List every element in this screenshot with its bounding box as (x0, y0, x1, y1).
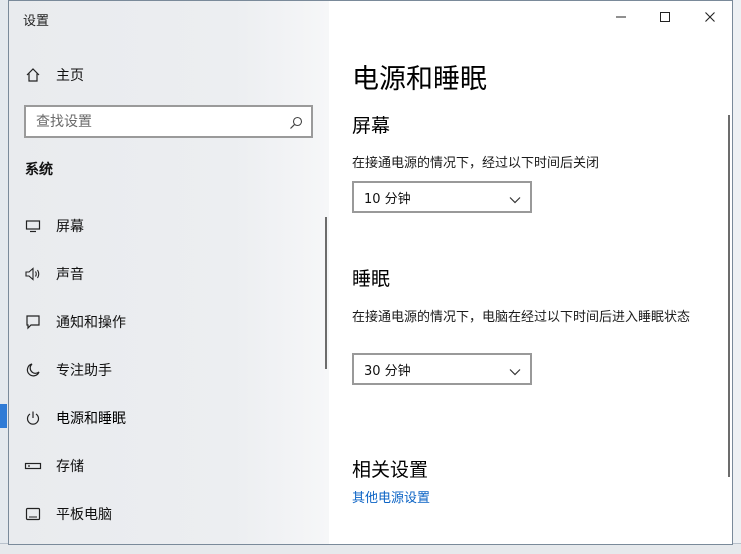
chevron-down-icon (508, 191, 522, 204)
settings-window: 设置 主页 系统 屏幕 声音 (8, 0, 733, 545)
close-button[interactable] (687, 1, 732, 33)
monitor-icon (23, 216, 43, 236)
home-nav[interactable]: 主页 (23, 63, 84, 87)
sidebar-item-storage[interactable]: 存储 (23, 451, 323, 481)
content-scrollbar[interactable] (728, 115, 730, 477)
section-title-system: 系统 (25, 162, 53, 178)
section-heading-screen: 屏幕 (352, 115, 391, 137)
screen-timeout-value: 10 分钟 (364, 191, 411, 207)
moon-icon (23, 360, 43, 380)
screen-description: 在接通电源的情况下，经过以下时间后关闭 (352, 156, 600, 171)
minimize-icon (615, 8, 627, 27)
message-icon (23, 312, 43, 332)
search-icon[interactable] (289, 115, 303, 129)
sidebar-item-tablet[interactable]: 平板电脑 (23, 499, 323, 529)
search-box[interactable] (24, 105, 313, 138)
sidebar-scrollbar[interactable] (325, 217, 327, 369)
maximize-button[interactable] (642, 1, 688, 33)
sidebar-item-label: 声音 (56, 267, 84, 283)
sidebar-item-label: 专注助手 (56, 363, 112, 379)
search-input[interactable] (36, 113, 276, 131)
sidebar-item-label: 平板电脑 (56, 507, 112, 523)
maximize-icon (659, 8, 671, 27)
speaker-icon (23, 264, 43, 284)
screen-timeout-dropdown[interactable]: 10 分钟 (352, 181, 532, 213)
sidebar-item-power-sleep[interactable]: 电源和睡眠 (23, 403, 323, 433)
tablet-icon (23, 504, 43, 524)
storage-icon (23, 456, 43, 476)
sidebar-item-label: 通知和操作 (56, 315, 126, 331)
background-left-sliver (0, 0, 8, 554)
close-icon (704, 8, 716, 27)
home-label: 主页 (56, 68, 84, 84)
sidebar-item-label: 存储 (56, 459, 84, 475)
app-title: 设置 (23, 14, 50, 29)
background-right-sliver (733, 0, 741, 554)
section-heading-sleep: 睡眠 (352, 268, 391, 290)
sleep-timeout-value: 30 分钟 (364, 363, 411, 379)
chevron-down-icon (508, 363, 522, 376)
additional-power-settings-link[interactable]: 其他电源设置 (352, 487, 430, 506)
home-icon (23, 65, 43, 85)
sidebar: 设置 主页 系统 屏幕 声音 (9, 1, 329, 544)
content-pane: 电源和睡眠 屏幕 在接通电源的情况下，经过以下时间后关闭 10 分钟 睡眠 在接… (329, 1, 732, 544)
section-heading-related: 相关设置 (352, 459, 429, 481)
sleep-timeout-dropdown[interactable]: 30 分钟 (352, 353, 532, 385)
sidebar-item-sound[interactable]: 声音 (23, 259, 323, 289)
page-title: 电源和睡眠 (352, 64, 487, 95)
sidebar-item-display[interactable]: 屏幕 (23, 211, 323, 241)
sidebar-item-focus-assist[interactable]: 专注助手 (23, 355, 323, 385)
power-icon (23, 408, 43, 428)
sidebar-item-label: 电源和睡眠 (56, 411, 126, 427)
minimize-button[interactable] (598, 1, 644, 33)
sidebar-item-notifications[interactable]: 通知和操作 (23, 307, 323, 337)
sleep-description: 在接通电源的情况下，电脑在经过以下时间后进入睡眠状态 (352, 310, 691, 325)
background-blue-bar (0, 404, 7, 428)
sidebar-item-label: 屏幕 (56, 219, 84, 235)
